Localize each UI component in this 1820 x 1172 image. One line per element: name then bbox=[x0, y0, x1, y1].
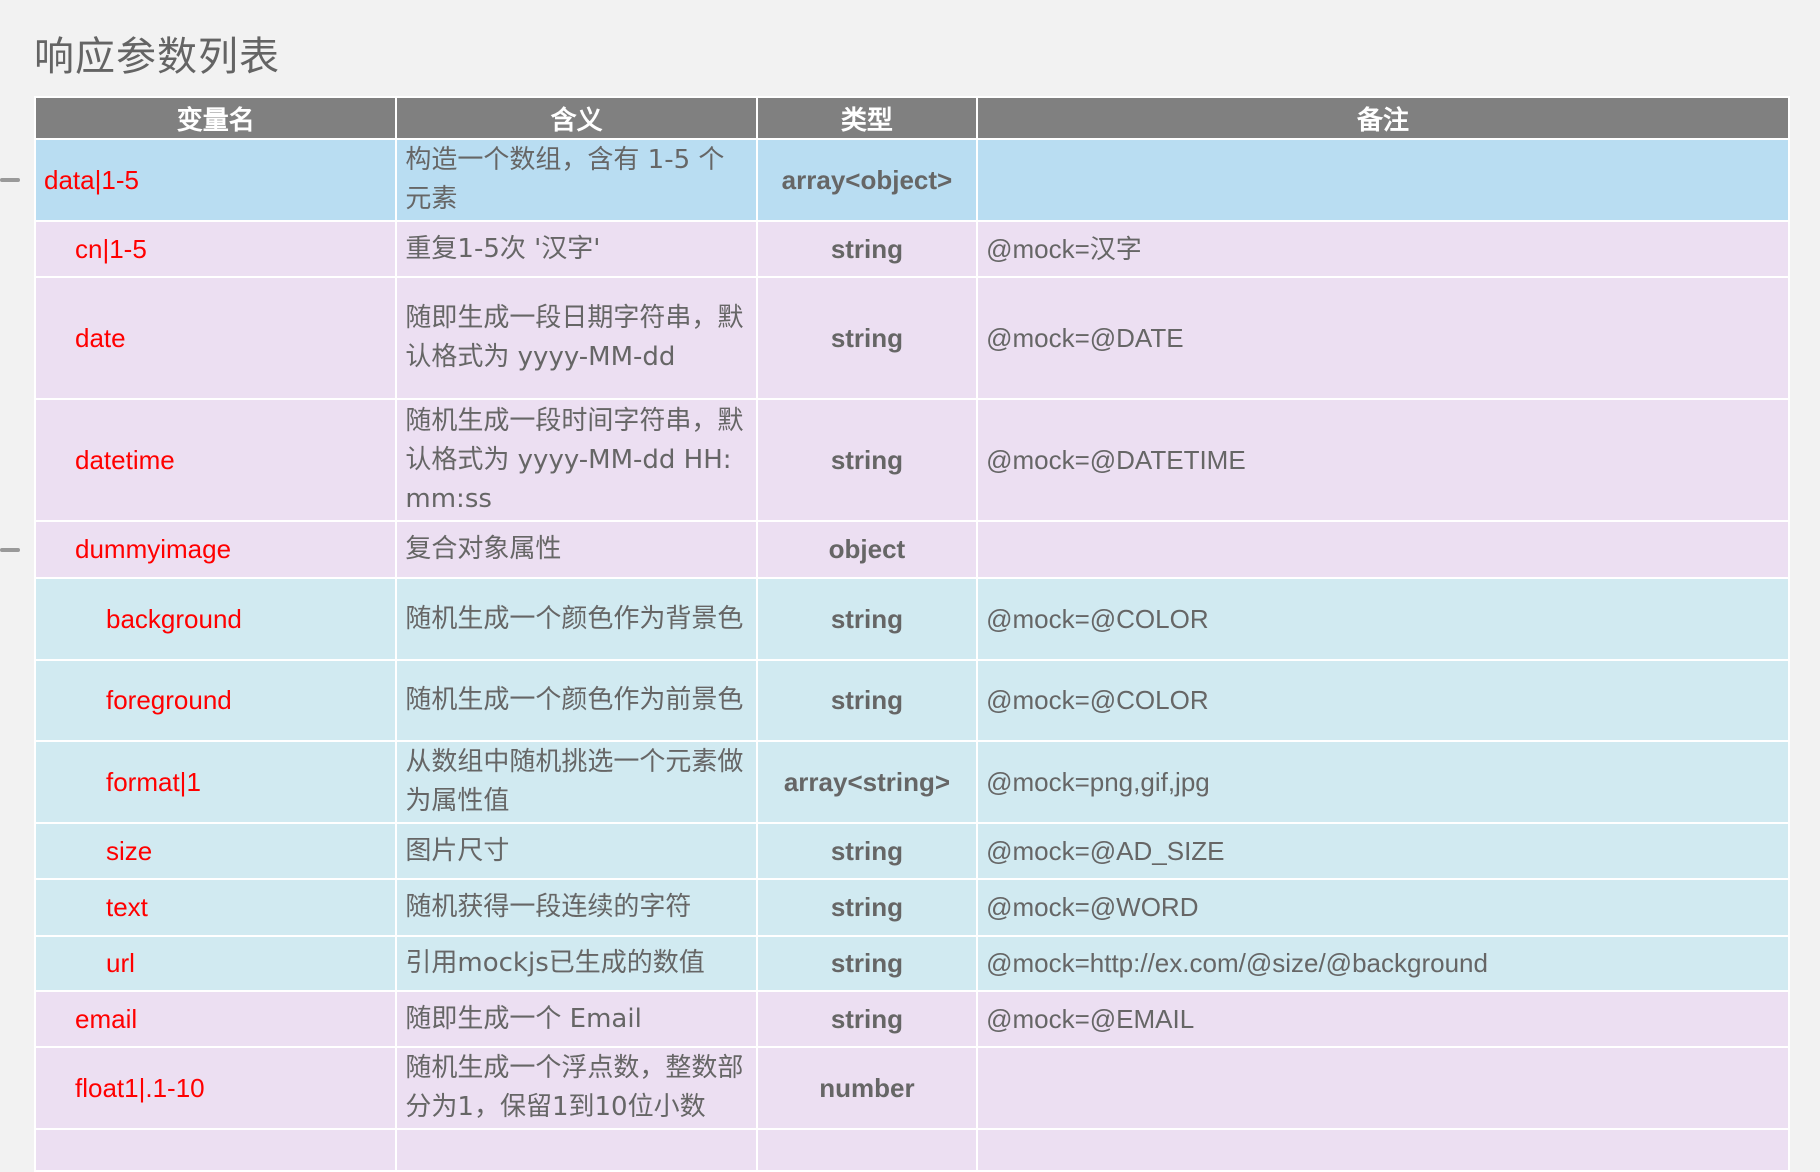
table-row[interactable]: dummyimage 复合对象属性 object bbox=[36, 522, 1788, 577]
param-name: format|1 bbox=[36, 742, 396, 822]
param-note: @mock=@WORD bbox=[978, 880, 1788, 935]
table-row[interactable]: datetime 随机生成一段时间字符串，默认格式为 yyyy-MM-dd HH:… bbox=[36, 400, 1788, 520]
param-note: @mock=png,gif,jpg bbox=[978, 742, 1788, 822]
param-meaning: 随机获得一段连续的字符 bbox=[397, 880, 756, 935]
param-name: url bbox=[36, 937, 396, 990]
table-row[interactable]: size 图片尺寸 string @mock=@AD_SIZE bbox=[36, 824, 1788, 878]
table-row[interactable]: foreground 随机生成一个颜色作为前景色 string @mock=@COLO… bbox=[36, 661, 1788, 740]
param-meaning: 随即生成一个 Email bbox=[397, 992, 756, 1046]
header-note: 备注 bbox=[978, 98, 1788, 138]
param-type: string bbox=[757, 278, 977, 398]
param-meaning bbox=[397, 1130, 756, 1170]
param-type: array<object> bbox=[757, 140, 977, 220]
header-meaning: 含义 bbox=[397, 98, 756, 138]
param-type: string bbox=[757, 222, 977, 276]
param-type: string bbox=[757, 579, 977, 659]
param-note: @mock=@DATETIME bbox=[978, 400, 1788, 520]
table-row[interactable]: float1|.1-10 随机生成一个浮点数，整数部分为1，保留1到10位小数 nu… bbox=[36, 1048, 1788, 1128]
page-title: 响应参数列表 bbox=[34, 34, 280, 80]
header-type: 类型 bbox=[757, 98, 977, 138]
param-type: number bbox=[757, 1048, 977, 1128]
table-row[interactable] bbox=[36, 1130, 1788, 1170]
param-type: string bbox=[757, 661, 977, 740]
param-note: @mock=汉字 bbox=[978, 222, 1788, 276]
param-meaning: 重复1-5次 '汉字' bbox=[397, 222, 756, 276]
param-meaning: 随即生成一段日期字符串，默认格式为 yyyy-MM-dd bbox=[397, 278, 756, 398]
param-note bbox=[978, 1048, 1788, 1128]
param-note bbox=[978, 1130, 1788, 1170]
param-type: string bbox=[757, 824, 977, 878]
param-meaning: 从数组中随机挑选一个元素做为属性值 bbox=[397, 742, 756, 822]
table-row[interactable]: data|1-5 构造一个数组，含有 1-5 个元素 array<object> bbox=[36, 140, 1788, 220]
collapse-toggle-icon[interactable] bbox=[0, 547, 20, 552]
table-row[interactable]: format|1 从数组中随机挑选一个元素做为属性值 array<string> @m… bbox=[36, 742, 1788, 822]
param-meaning: 构造一个数组，含有 1-5 个元素 bbox=[397, 140, 756, 220]
param-type: array<string> bbox=[757, 742, 977, 822]
param-name: text bbox=[36, 880, 396, 935]
param-type bbox=[757, 1130, 977, 1170]
param-type: string bbox=[757, 992, 977, 1046]
param-name bbox=[36, 1130, 396, 1170]
param-note bbox=[978, 140, 1788, 220]
param-name: float1|.1-10 bbox=[36, 1048, 396, 1128]
table-row[interactable]: date 随即生成一段日期字符串，默认格式为 yyyy-MM-dd string @m… bbox=[36, 278, 1788, 398]
param-meaning: 图片尺寸 bbox=[397, 824, 756, 878]
param-meaning: 随机生成一段时间字符串，默认格式为 yyyy-MM-dd HH:mm:ss bbox=[397, 400, 756, 520]
param-name: data|1-5 bbox=[36, 140, 396, 220]
param-meaning: 随机生成一个颜色作为背景色 bbox=[397, 579, 756, 659]
param-name: size bbox=[36, 824, 396, 878]
collapse-toggle-icon[interactable] bbox=[0, 178, 20, 182]
param-meaning: 复合对象属性 bbox=[397, 522, 756, 577]
param-note: @mock=http://ex.com/@size/@background bbox=[978, 937, 1788, 990]
param-meaning: 引用mockjs已生成的数值 bbox=[397, 937, 756, 990]
param-type: string bbox=[757, 400, 977, 520]
param-meaning: 随机生成一个浮点数，整数部分为1，保留1到10位小数 bbox=[397, 1048, 756, 1128]
table-row[interactable]: cn|1-5 重复1-5次 '汉字' string @mock=汉字 bbox=[36, 222, 1788, 276]
param-note: @mock=@COLOR bbox=[978, 579, 1788, 659]
param-name: datetime bbox=[36, 400, 396, 520]
param-note: @mock=@COLOR bbox=[978, 661, 1788, 740]
param-name: date bbox=[36, 278, 396, 398]
param-name: email bbox=[36, 992, 396, 1046]
param-name: foreground bbox=[36, 661, 396, 740]
param-note bbox=[978, 522, 1788, 577]
table-header-row: 变量名 含义 类型 备注 bbox=[36, 98, 1788, 138]
param-type: string bbox=[757, 937, 977, 990]
param-note: @mock=@DATE bbox=[978, 278, 1788, 398]
param-name: cn|1-5 bbox=[36, 222, 396, 276]
param-type: string bbox=[757, 880, 977, 935]
param-note: @mock=@EMAIL bbox=[978, 992, 1788, 1046]
table-row[interactable]: url 引用mockjs已生成的数值 string @mock=http://ex.c… bbox=[36, 937, 1788, 990]
param-meaning: 随机生成一个颜色作为前景色 bbox=[397, 661, 756, 740]
param-name: background bbox=[36, 579, 396, 659]
table-row[interactable]: email 随即生成一个 Email string @mock=@EMAIL bbox=[36, 992, 1788, 1046]
response-params-table: 变量名 含义 类型 备注 data|1-5 构造一个数组，含有 1-5 个元素 ar… bbox=[34, 96, 1790, 1172]
table-row[interactable]: text 随机获得一段连续的字符 string @mock=@WORD bbox=[36, 880, 1788, 935]
param-type: object bbox=[757, 522, 977, 577]
param-name: dummyimage bbox=[36, 522, 396, 577]
table-row[interactable]: background 随机生成一个颜色作为背景色 string @mock=@COLO… bbox=[36, 579, 1788, 659]
header-name: 变量名 bbox=[36, 98, 396, 138]
param-note: @mock=@AD_SIZE bbox=[978, 824, 1788, 878]
